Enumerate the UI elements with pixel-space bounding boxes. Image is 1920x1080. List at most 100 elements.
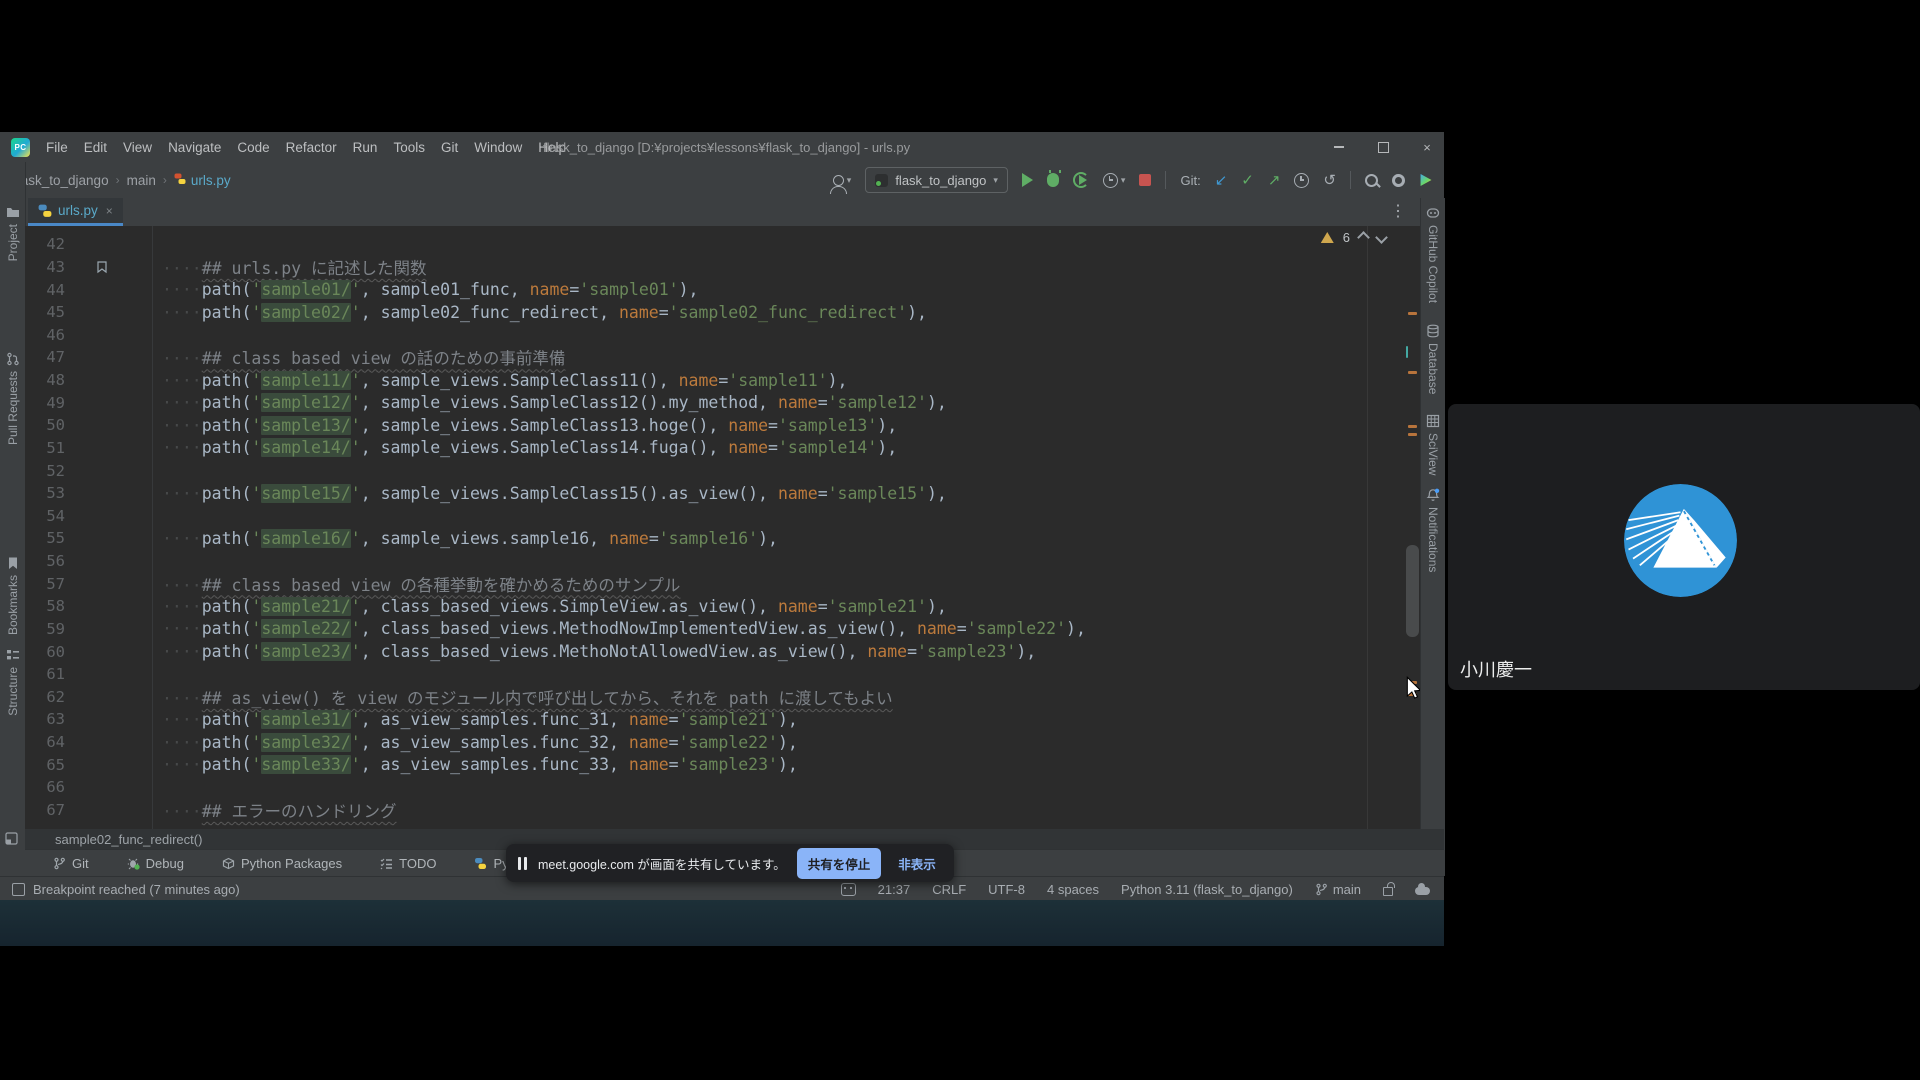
tab-label: urls.py xyxy=(58,203,98,218)
next-problem-chevron-icon[interactable] xyxy=(1375,231,1388,244)
unlock-icon[interactable] xyxy=(1383,887,1393,896)
tab-urls-py[interactable]: urls.py × xyxy=(28,198,123,226)
code-text: ····## urls.py に記述した関数 xyxy=(162,255,427,279)
code-token: ···· xyxy=(162,642,202,661)
editor-scrollbar[interactable] xyxy=(1406,545,1419,637)
breadcrumb-item-flask_to_django[interactable]: flask_to_django xyxy=(14,173,109,188)
tool-stripe-item-structure[interactable]: Structure xyxy=(0,648,25,716)
error-stripe-mark[interactable] xyxy=(1408,433,1417,436)
avatar xyxy=(1624,484,1737,597)
code-token: 'sample12' xyxy=(828,393,927,412)
breadcrumb-item-urls.py[interactable]: urls.py xyxy=(174,173,231,188)
git-commit-button[interactable]: ✓ xyxy=(1241,173,1254,188)
breadcrumb-chevron-icon: › xyxy=(116,173,120,187)
coverage-button[interactable] xyxy=(1073,172,1089,188)
maximize-button[interactable] xyxy=(1376,140,1390,154)
indent-style[interactable]: 4 spaces xyxy=(1047,882,1099,897)
line-separator[interactable]: CRLF xyxy=(932,882,966,897)
file-encoding[interactable]: UTF-8 xyxy=(988,882,1025,897)
run-configuration-select[interactable]: flask_to_django ▾ xyxy=(865,167,1008,193)
code-token: , as_view_samples.func_32, xyxy=(361,733,629,752)
code-token: ···· xyxy=(162,303,202,322)
error-stripe-mark[interactable] xyxy=(1408,312,1417,315)
code-token: ## class based view の各種挙動を確かめるためのサンプル xyxy=(202,576,681,595)
run-configuration-name: flask_to_django xyxy=(895,173,986,188)
search-everywhere-icon[interactable] xyxy=(1365,174,1378,187)
code-token: ), xyxy=(1016,642,1036,661)
bookmark-icon[interactable] xyxy=(95,259,109,273)
code-token: ), xyxy=(907,303,927,322)
settings-gear-icon[interactable] xyxy=(1392,174,1405,187)
layout-widget-icon[interactable] xyxy=(5,832,18,845)
copilot-status-icon[interactable] xyxy=(841,883,856,896)
code-line: 44····path('sample01/', sample01_func, n… xyxy=(25,278,1420,301)
tool-stripe-item-bookmarks[interactable]: Bookmarks xyxy=(0,556,25,635)
cloud-settings-icon[interactable] xyxy=(1415,887,1430,895)
tool-window-button-debug[interactable]: Debug xyxy=(127,856,184,871)
menu-window[interactable]: Window xyxy=(466,137,530,158)
tool-stripe-item-project[interactable]: Project xyxy=(0,205,25,261)
code-token: ···· xyxy=(162,710,202,729)
code-token: path( xyxy=(202,619,252,638)
menu-view[interactable]: View xyxy=(115,137,160,158)
python-interpreter[interactable]: Python 3.11 (flask_to_django) xyxy=(1121,882,1293,897)
participant-tile[interactable]: 小川慶一 xyxy=(1448,404,1920,690)
menu-git[interactable]: Git xyxy=(433,137,466,158)
tool-stripe-item-sciview[interactable]: SciView xyxy=(1421,414,1445,475)
error-stripe-mark[interactable] xyxy=(1408,371,1417,374)
menu-tools[interactable]: Tools xyxy=(385,137,433,158)
menu-code[interactable]: Code xyxy=(229,137,277,158)
line-number: 55 xyxy=(25,529,65,547)
menu-edit[interactable]: Edit xyxy=(76,137,115,158)
prev-problem-chevron-icon[interactable] xyxy=(1357,231,1370,244)
profiler-button[interactable]: ▾ xyxy=(1103,173,1126,188)
caret-stripe-mark[interactable] xyxy=(1406,346,1408,358)
menu-refactor[interactable]: Refactor xyxy=(278,137,345,158)
tool-stripe-item-database[interactable]: Database xyxy=(1421,324,1445,394)
git-update-button[interactable]: ↙ xyxy=(1215,173,1228,188)
stripe-label: Pull Requests xyxy=(6,371,20,445)
code-token: ' xyxy=(251,755,261,774)
code-editor[interactable]: 4243····## urls.py に記述した関数44····path('sa… xyxy=(25,226,1420,829)
code-line: 50····path('sample13/', sample_views.Sam… xyxy=(25,414,1420,437)
stop-button[interactable] xyxy=(1139,174,1151,186)
stop-sharing-button[interactable]: 共有を停止 xyxy=(797,848,882,879)
gutter-slot xyxy=(65,686,162,709)
menu-run[interactable]: Run xyxy=(345,137,386,158)
line-number: 49 xyxy=(25,394,65,412)
breadcrumb-item-main[interactable]: main xyxy=(127,173,156,188)
hide-banner-button[interactable]: 非表示 xyxy=(892,848,942,879)
git-branch[interactable]: main xyxy=(1315,882,1361,897)
tab-close-icon[interactable]: × xyxy=(106,204,113,218)
tool-stripe-item-pull-requests[interactable]: Pull Requests xyxy=(0,352,25,445)
history-button[interactable] xyxy=(1294,173,1309,188)
django-config-icon xyxy=(875,174,888,187)
tool-window-button-git[interactable]: Git xyxy=(53,856,89,871)
error-stripe-mark[interactable] xyxy=(1408,425,1417,428)
editor-options-kebab-icon[interactable]: ⋮ xyxy=(1390,201,1406,221)
debug-button[interactable] xyxy=(1047,173,1059,187)
caret-position[interactable]: 21:37 xyxy=(878,882,911,897)
mouse-cursor xyxy=(1406,676,1420,700)
code-with-me-icon[interactable]: ▾ xyxy=(833,175,852,186)
menu-navigate[interactable]: Navigate xyxy=(160,137,229,158)
tool-window-button-python-packages[interactable]: Python Packages xyxy=(222,856,342,871)
inspections-widget[interactable]: 6 xyxy=(1321,230,1386,245)
plugin-colorful-icon[interactable] xyxy=(1419,174,1432,187)
close-button[interactable]: × xyxy=(1420,140,1434,154)
run-button[interactable] xyxy=(1022,173,1033,187)
code-token: sample23/ xyxy=(261,642,350,661)
gutter-slot xyxy=(65,437,162,460)
git-push-button[interactable]: ↗ xyxy=(1268,173,1281,188)
menu-file[interactable]: File xyxy=(38,137,76,158)
tool-stripe-item-github-copilot[interactable]: GitHub Copilot xyxy=(1421,206,1445,303)
tool-window-button-todo[interactable]: TODO xyxy=(380,856,436,871)
minimize-button[interactable] xyxy=(1332,140,1346,154)
code-token: ' xyxy=(351,529,361,548)
stripe-label: Database xyxy=(1426,343,1440,394)
code-text: ····path('sample33/', as_view_samples.fu… xyxy=(162,755,798,774)
breadcrumb-function[interactable]: sample02_func_redirect() xyxy=(55,832,202,847)
event-log-icon[interactable] xyxy=(12,883,25,896)
rollback-button[interactable]: ↺ xyxy=(1323,173,1336,188)
tool-stripe-item-notifications[interactable]: Notifications xyxy=(1421,488,1445,572)
